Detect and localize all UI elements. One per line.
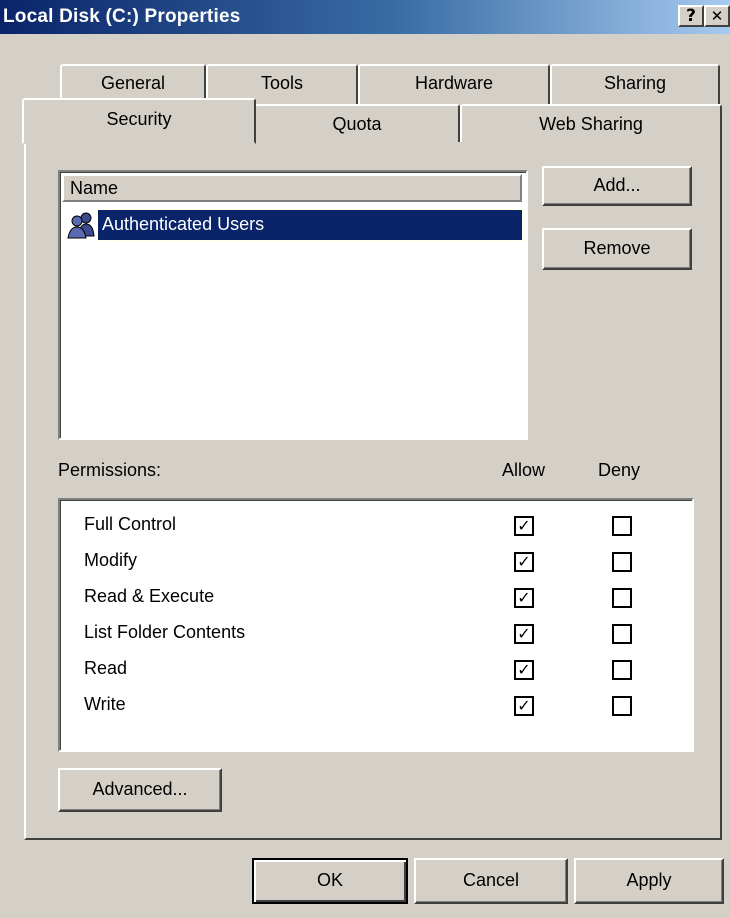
allow-column-label: Allow [502, 460, 546, 480]
deny-column-label: Deny [598, 460, 641, 480]
title-bar[interactable]: Local Disk (C:) Properties ? ✕ [0, 0, 730, 34]
permission-label: Write [84, 694, 126, 714]
close-icon: ✕ [710, 7, 724, 25]
apply-button-label: Apply [626, 870, 672, 890]
principals-list[interactable]: Name Authenticated Users [58, 170, 528, 440]
add-button[interactable]: Add... [542, 166, 692, 206]
tab-security-label: Security [106, 109, 172, 129]
permission-label: Modify [84, 550, 138, 570]
permissions-list[interactable]: Full Control ✓ Modify ✓ Read & Execute ✓… [58, 498, 694, 752]
advanced-button-label: Advanced... [92, 779, 188, 799]
permission-row-modify: Modify ✓ [84, 546, 704, 578]
deny-checkbox[interactable] [612, 552, 632, 572]
allow-checkbox[interactable]: ✓ [514, 552, 534, 572]
name-column-label: Name [70, 178, 119, 198]
cancel-button-label: Cancel [462, 870, 520, 890]
help-button[interactable]: ? [678, 5, 704, 27]
cancel-button[interactable]: Cancel [414, 858, 568, 904]
allow-checkbox[interactable]: ✓ [514, 588, 534, 608]
permission-row-read: Read ✓ [84, 654, 704, 686]
permission-label: Full Control [84, 514, 177, 534]
help-icon: ? [686, 6, 696, 26]
ok-button[interactable]: OK [252, 858, 408, 904]
deny-checkbox[interactable] [612, 588, 632, 608]
deny-checkbox[interactable] [612, 696, 632, 716]
tab-web-sharing-label: Web Sharing [539, 114, 643, 134]
tab-sharing-label: Sharing [603, 73, 667, 93]
deny-checkbox[interactable] [612, 660, 632, 680]
tab-quota-label: Quota [332, 114, 382, 134]
allow-checkbox[interactable]: ✓ [514, 696, 534, 716]
list-item[interactable]: Authenticated Users [66, 208, 524, 242]
remove-button[interactable]: Remove [542, 228, 692, 270]
permission-row-list-folder-contents: List Folder Contents ✓ [84, 618, 704, 650]
permission-label: Read & Execute [84, 586, 215, 606]
apply-button[interactable]: Apply [574, 858, 724, 904]
tab-general-label: General [100, 73, 166, 93]
permissions-label: Permissions: [58, 460, 162, 480]
user-group-icon [67, 212, 95, 239]
deny-checkbox[interactable] [612, 516, 632, 536]
permission-label: Read [84, 658, 128, 678]
close-button[interactable]: ✕ [704, 5, 730, 27]
tab-quota[interactable]: Quota [254, 104, 460, 142]
tab-security[interactable]: Security [22, 98, 256, 144]
deny-checkbox[interactable] [612, 624, 632, 644]
allow-checkbox[interactable]: ✓ [514, 624, 534, 644]
ok-button-label: OK [316, 870, 343, 890]
principal-name: Authenticated Users [97, 209, 523, 241]
allow-checkbox[interactable]: ✓ [514, 516, 534, 536]
add-button-label: Add... [593, 175, 641, 195]
tab-hardware[interactable]: Hardware [358, 64, 550, 104]
remove-button-label: Remove [583, 238, 651, 258]
name-column-header[interactable]: Name [62, 174, 522, 202]
permission-row-full-control: Full Control ✓ [84, 510, 704, 542]
permission-label: List Folder Contents [84, 622, 246, 642]
permission-row-read-execute: Read & Execute ✓ [84, 582, 704, 614]
tab-hardware-label: Hardware [414, 73, 494, 93]
permission-row-write: Write ✓ [84, 690, 704, 722]
window-title: Local Disk (C:) Properties [3, 6, 241, 27]
tab-web-sharing[interactable]: Web Sharing [460, 104, 722, 142]
tab-sharing[interactable]: Sharing [550, 64, 720, 104]
allow-checkbox[interactable]: ✓ [514, 660, 534, 680]
tab-tools-label: Tools [260, 73, 304, 93]
advanced-button[interactable]: Advanced... [58, 768, 222, 812]
